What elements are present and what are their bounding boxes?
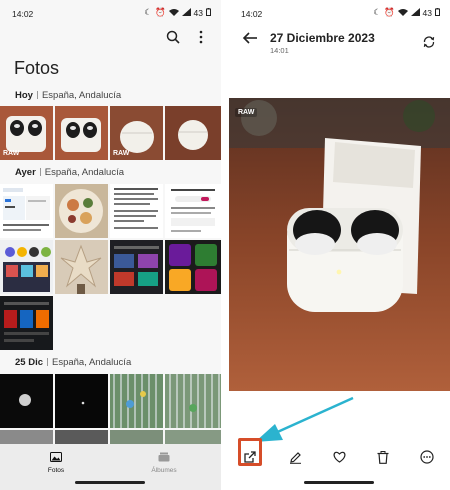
tab-fotos[interactable]: Fotos xyxy=(26,452,86,474)
raw-badge: RAW xyxy=(3,150,20,157)
status-time: 14:02 xyxy=(12,9,34,19)
section-header-today: Hoy España, Andalucía xyxy=(15,90,121,101)
photo-date-title: 27 Diciembre 2023 xyxy=(270,31,375,45)
albums-icon xyxy=(134,452,194,464)
battery-level: 43 xyxy=(422,7,432,18)
photo-thumbnail[interactable] xyxy=(110,374,163,428)
rotate-icon[interactable] xyxy=(422,35,436,49)
section-day: Ayer xyxy=(15,167,36,178)
photo-thumbnail[interactable] xyxy=(55,430,108,444)
delete-icon[interactable] xyxy=(374,448,392,466)
section-header-25-dic: 25 Dic España, Andalucía xyxy=(15,357,131,368)
raw-badge: RAW xyxy=(113,150,130,157)
screenshot-thumbnail[interactable] xyxy=(0,240,53,294)
favorite-icon[interactable] xyxy=(330,448,348,466)
section-day: Hoy xyxy=(15,90,33,101)
status-bar: 14:02 ☾ ⏰ 43 xyxy=(0,0,221,26)
signal-icon xyxy=(181,7,191,18)
photo-thumbnail[interactable] xyxy=(165,430,221,444)
bottom-tab-bar: Fotos Álbumes xyxy=(0,444,221,490)
status-bar: 14:02 ☾ ⏰ 43 xyxy=(229,0,450,26)
screen-divider xyxy=(221,0,229,490)
photo-thumbnail[interactable] xyxy=(55,184,108,238)
gallery-screen: 14:02 ☾ ⏰ 43 Fotos Hoy España, Andalucía … xyxy=(0,0,221,490)
screenshot-thumbnail[interactable] xyxy=(110,184,163,238)
wifi-icon xyxy=(397,8,408,18)
tab-label: Álbumes xyxy=(151,467,177,474)
photo-time: 14:01 xyxy=(270,46,289,55)
search-icon[interactable] xyxy=(166,30,180,44)
photo-thumbnail[interactable] xyxy=(165,106,221,160)
back-arrow-icon[interactable] xyxy=(242,31,258,45)
page-title: Fotos xyxy=(14,58,60,78)
tab-label: Fotos xyxy=(47,467,65,474)
wifi-icon xyxy=(168,8,179,18)
screenshot-thumbnail[interactable] xyxy=(0,184,53,238)
photo-thumbnail[interactable] xyxy=(55,106,108,160)
screenshot-thumbnail[interactable] xyxy=(165,184,221,238)
alarm-icon: ⏰ xyxy=(383,7,395,17)
signal-icon xyxy=(410,7,420,18)
battery-icon xyxy=(206,7,211,18)
tab-albumes[interactable]: Álbumes xyxy=(134,452,194,474)
photo-thumbnail[interactable] xyxy=(55,240,108,294)
photo-thumbnail[interactable]: RAW xyxy=(0,106,53,160)
annotation-arrow xyxy=(255,396,354,442)
section-location: España, Andalucía xyxy=(41,90,122,101)
main-photo[interactable]: RAW xyxy=(229,98,450,391)
alarm-icon: ⏰ xyxy=(154,7,166,17)
raw-badge: RAW xyxy=(235,108,258,117)
battery-icon xyxy=(435,7,440,18)
photo-thumbnail[interactable] xyxy=(0,374,53,428)
photo-action-bar xyxy=(229,440,450,474)
moon-icon: ☾ xyxy=(373,7,381,17)
photo-thumbnail[interactable] xyxy=(0,430,53,444)
status-icons: ☾ ⏰ 43 xyxy=(144,7,211,18)
section-location: España, Andalucía xyxy=(44,167,125,178)
more-vertical-icon[interactable] xyxy=(196,30,206,44)
screenshot-thumbnail[interactable] xyxy=(0,296,53,350)
section-header-yesterday: Ayer España, Andalucía xyxy=(15,167,124,178)
edit-icon[interactable] xyxy=(286,448,304,466)
status-time: 14:02 xyxy=(241,9,263,19)
battery-level: 43 xyxy=(193,7,203,18)
status-icons: ☾ ⏰ 43 xyxy=(373,7,440,18)
photo-thumbnail[interactable] xyxy=(165,374,221,428)
home-indicator xyxy=(304,481,374,484)
more-icon[interactable] xyxy=(418,448,436,466)
screenshot-thumbnail[interactable] xyxy=(110,240,163,294)
photo-icon xyxy=(26,452,86,464)
photo-viewer-screen: 14:02 ☾ ⏰ 43 27 Diciembre 2023 14:01 RAW xyxy=(229,0,450,490)
section-day: 25 Dic xyxy=(15,357,43,368)
photo-thumbnail[interactable]: RAW xyxy=(110,106,163,160)
home-indicator xyxy=(75,481,145,484)
photo-thumbnail[interactable] xyxy=(55,374,108,428)
section-location: España, Andalucía xyxy=(52,357,132,368)
moon-icon: ☾ xyxy=(144,7,152,17)
photo-thumbnail[interactable] xyxy=(110,430,163,444)
screenshot-thumbnail[interactable] xyxy=(165,240,221,294)
share-icon[interactable] xyxy=(241,448,259,466)
